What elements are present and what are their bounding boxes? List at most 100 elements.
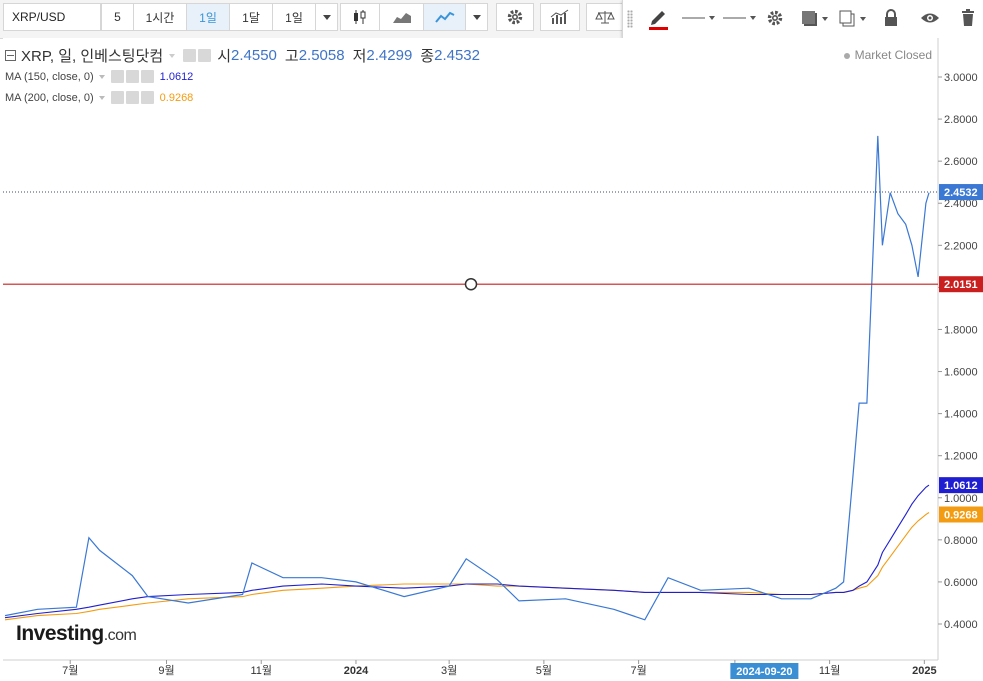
chevron-down-icon: [472, 14, 481, 20]
y-tick-label: 1.8000: [944, 324, 978, 336]
ma150-label: MA (150, close, 0): [5, 70, 94, 83]
line-chart-icon: [434, 11, 454, 23]
line-drag-handle[interactable]: [464, 277, 478, 291]
close-value: 2.4532: [434, 47, 480, 64]
settings-gear-icon[interactable]: [198, 49, 212, 62]
line-width-icon: [723, 16, 756, 20]
settings-gear-icon: [767, 10, 783, 26]
y-tick-label: 2.2000: [944, 240, 978, 252]
lock-icon: [885, 9, 897, 26]
chart-type-group: [340, 3, 488, 31]
indicators-button[interactable]: [540, 3, 580, 31]
compare-button[interactable]: [586, 3, 624, 31]
range-dropdown-button[interactable]: [316, 3, 338, 31]
close-icon[interactable]: [140, 91, 154, 104]
interval-1h-button[interactable]: 1시간: [134, 3, 187, 31]
x-tick-label: 5월: [536, 664, 552, 677]
clone-button[interactable]: [837, 6, 869, 30]
hline-value-label: 2.0151: [944, 279, 978, 291]
eye-icon[interactable]: [183, 49, 197, 62]
chart-type-dropdown[interactable]: [466, 3, 488, 31]
interval-1d-button[interactable]: 1일: [187, 3, 230, 31]
last-price-label: 2.4532: [944, 187, 978, 199]
price-chart[interactable]: 3.00002.80002.60002.40002.20002.00001.80…: [3, 38, 983, 681]
x-tick-label: 11월: [250, 664, 272, 677]
market-status: Market Closed: [843, 48, 932, 62]
low-label: 저: [352, 48, 367, 65]
y-tick-label: 0.8000: [944, 535, 978, 547]
x-tick-label: 11월: [819, 664, 841, 677]
candles-icon: [354, 10, 366, 24]
settings-gear-icon[interactable]: [125, 91, 139, 104]
area-chart-button[interactable]: [380, 3, 424, 31]
chevron-down-icon[interactable]: [98, 74, 105, 79]
lock-button[interactable]: [879, 6, 903, 30]
ma150-legend: MA (150, close, 0) 1.0612: [5, 66, 488, 87]
ma150-value: 1.0612: [159, 70, 194, 83]
chart-legend: XRP, 일, 인베스팅닷컴 시 2.4550 고 2.5058 저 2.4299 종…: [5, 45, 488, 108]
chart-settings-button[interactable]: [496, 3, 534, 31]
visibility-button[interactable]: [917, 6, 943, 30]
ma200-actions: [110, 91, 154, 104]
y-tick-label: 2.6000: [944, 156, 978, 168]
y-tick-label: 2.8000: [944, 114, 978, 126]
compare-scale-icon: [595, 11, 615, 24]
series-title: XRP, 일, 인베스팅닷컴: [21, 48, 164, 65]
line-style-icon: [682, 16, 715, 20]
main-series-legend: XRP, 일, 인베스팅닷컴 시 2.4550 고 2.5058 저 2.4299 종…: [5, 45, 488, 66]
status-dot-icon: [843, 52, 850, 59]
trash-icon: [962, 9, 974, 26]
investing-logo: Investing.com: [16, 622, 137, 646]
close-label: 종: [420, 48, 435, 65]
series-actions: [183, 49, 212, 62]
ma200-label: MA (200, close, 0): [5, 91, 94, 104]
settings-gear-icon: [507, 9, 523, 25]
y-tick-label: 1.2000: [944, 451, 978, 463]
line-style-button[interactable]: [680, 6, 716, 30]
x-tick-label: 2025: [912, 665, 936, 677]
settings-gear-icon[interactable]: [125, 70, 139, 83]
interval-1m-button[interactable]: 1달: [230, 3, 273, 31]
chevron-down-icon[interactable]: [98, 95, 105, 100]
x-tick-label: 7월: [62, 664, 78, 677]
y-tick-label: 0.4000: [944, 619, 978, 631]
line-color-button[interactable]: [643, 6, 673, 30]
eye-icon[interactable]: [110, 70, 124, 83]
symbol-input[interactable]: XRP/USD: [3, 3, 101, 31]
drawing-settings-button[interactable]: [763, 6, 787, 30]
area-chart-icon: [392, 13, 411, 23]
high-label: 고: [284, 48, 299, 65]
crosshair-date-label: 2024-09-20: [736, 666, 792, 678]
chart-area[interactable]: 3.00002.80002.60002.40002.20002.00001.80…: [3, 38, 983, 681]
y-tick-label: 0.6000: [944, 577, 978, 589]
market-status-text: Market Closed: [854, 48, 932, 62]
x-tick-label: 9월: [158, 664, 174, 677]
line-chart-button[interactable]: [424, 3, 466, 31]
y-tick-label: 1.0000: [944, 493, 978, 505]
ma200-axis-label: 0.9268: [944, 509, 978, 521]
interval-5-button[interactable]: 5: [101, 3, 134, 31]
range-1d-button[interactable]: 1일: [273, 3, 316, 31]
low-value: 2.4299: [366, 47, 413, 64]
eye-icon: [921, 13, 939, 23]
chart-toolbar: XRP/USD 5 1시간 1일 1달 1일: [0, 0, 983, 39]
fill-icon: [802, 11, 828, 26]
collapse-legend-icon[interactable]: [5, 50, 16, 61]
logo-suffix: .com: [103, 627, 137, 644]
delete-button[interactable]: [957, 6, 979, 30]
open-label: 시: [217, 48, 231, 65]
close-icon[interactable]: [140, 70, 154, 83]
candles-button[interactable]: [340, 3, 380, 31]
interval-group: 5 1시간 1일 1달 1일: [101, 3, 338, 31]
high-value: 2.5058: [298, 47, 345, 64]
chevron-down-icon[interactable]: [169, 53, 176, 58]
fill-button[interactable]: [799, 6, 831, 30]
line-width-button[interactable]: [721, 6, 757, 30]
eye-icon[interactable]: [110, 91, 124, 104]
drag-handle-icon[interactable]: [627, 10, 633, 28]
x-tick-label: 7월: [630, 664, 646, 677]
x-tick-label: 3월: [441, 664, 457, 677]
logo-brand: Investing: [16, 622, 104, 645]
ma150-actions: [110, 70, 154, 83]
ma200-legend: MA (200, close, 0) 0.9268: [5, 87, 488, 108]
